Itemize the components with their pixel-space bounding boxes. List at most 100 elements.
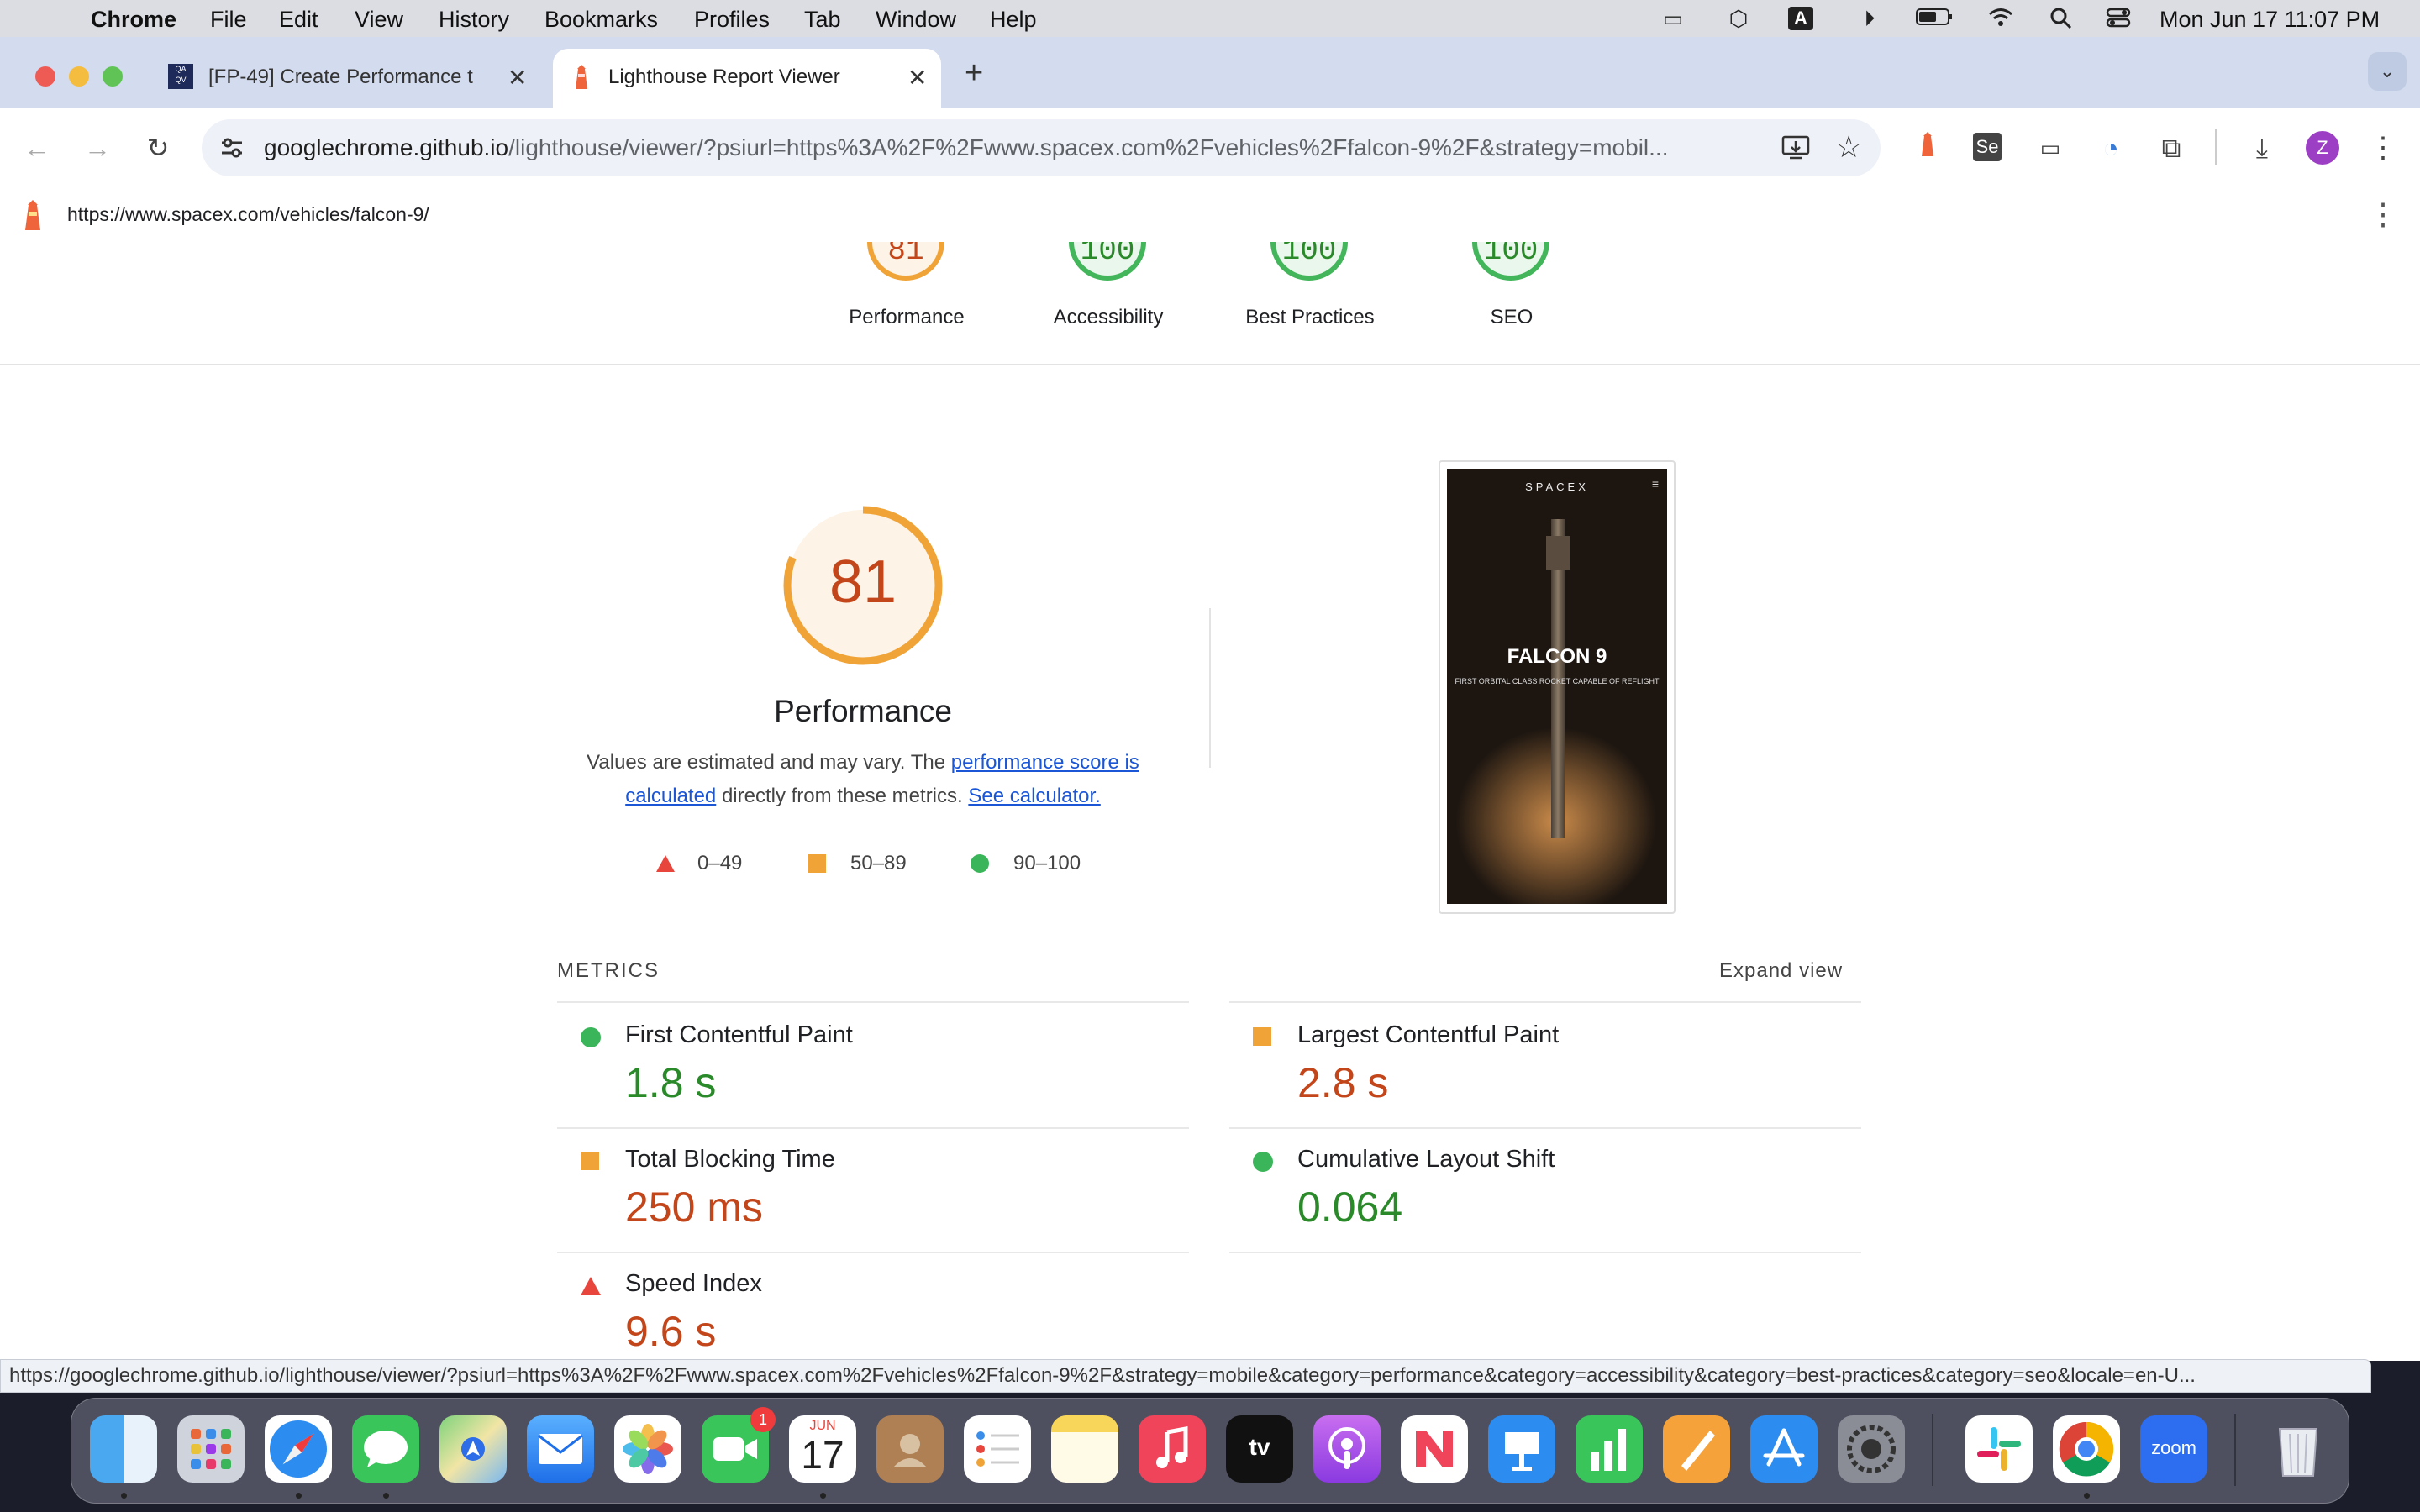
downloads-icon[interactable]: ⤓ — [2245, 131, 2279, 165]
tab-strip: QA QV [FP-49] Create Performance t ✕ Ligh… — [0, 37, 2420, 108]
performance-score: 81 — [829, 549, 897, 616]
contacts-icon[interactable] — [876, 1415, 944, 1483]
mail-icon[interactable] — [527, 1415, 594, 1483]
input-source-icon[interactable]: A — [1788, 7, 1813, 30]
spotlight-search-icon[interactable] — [2049, 7, 2074, 30]
safari-icon[interactable] — [265, 1415, 332, 1483]
metric-divider — [1229, 1252, 1861, 1253]
menu-window[interactable]: Window — [876, 7, 956, 33]
average-square-icon — [1253, 1027, 1271, 1046]
profile-avatar[interactable]: Z — [2306, 131, 2339, 165]
play-circle-icon[interactable]: ⏵ — [1857, 7, 1882, 30]
menu-profiles[interactable]: Profiles — [694, 7, 770, 33]
tab-close-icon[interactable]: ✕ — [908, 64, 927, 92]
final-screenshot-frame[interactable]: SPACEX ≡ FALCON 9 FIRST ORBITAL CLASS RO… — [1439, 460, 1676, 914]
extensions-puzzle-icon[interactable]: ⧉ — [2154, 131, 2188, 165]
menu-tab[interactable]: Tab — [804, 7, 841, 33]
keynote-icon[interactable] — [1488, 1415, 1555, 1483]
score-calculated-link-cont[interactable]: calculated — [625, 785, 716, 807]
gauge-performance-small[interactable]: 81 — [867, 242, 944, 281]
metric-fcp-name: First Contentful Paint — [625, 1021, 853, 1048]
url-text[interactable]: googlechrome.github.io/lighthouse/viewer… — [264, 134, 1810, 161]
tab-title: [FP-49] Create Performance t — [208, 66, 473, 88]
zoom-icon[interactable]: zoom — [2140, 1415, 2207, 1483]
speed-extension-icon[interactable]: ◔ — [2094, 131, 2128, 165]
report-menu-kebab-icon[interactable]: ⋮ — [2368, 197, 2398, 232]
chrome-menu-kebab-icon[interactable]: ⋮ — [2366, 131, 2400, 165]
gauge-label-accessibility: Accessibility — [1053, 306, 1164, 328]
maps-icon[interactable] — [439, 1415, 507, 1483]
tab-title: Lighthouse Report Viewer — [608, 66, 840, 88]
music-icon[interactable] — [1139, 1415, 1206, 1483]
gauge-best-practices-small[interactable]: 100 — [1270, 242, 1348, 281]
cube-icon[interactable]: ⬡ — [1726, 7, 1751, 30]
install-app-icon[interactable] — [1781, 134, 1810, 165]
notes-icon[interactable] — [1051, 1415, 1118, 1483]
facetime-icon[interactable]: 1 — [702, 1407, 776, 1483]
system-settings-icon[interactable] — [1838, 1415, 1905, 1483]
menu-view[interactable]: View — [355, 7, 403, 33]
see-calculator-link[interactable]: See calculator. — [968, 785, 1100, 807]
slack-icon[interactable] — [1965, 1415, 2033, 1483]
tab-search-chevron-icon[interactable]: ⌄ — [2368, 52, 2407, 91]
menu-clock[interactable]: Mon Jun 17 11:07 PM — [2160, 7, 2380, 33]
messages-icon[interactable] — [352, 1415, 419, 1483]
control-center-icon[interactable] — [2106, 7, 2131, 30]
score-legend: 0–49 50–89 90–100 — [655, 850, 1092, 879]
score-calculated-link[interactable]: performance score is — [951, 751, 1139, 774]
menu-file[interactable]: File — [210, 7, 247, 33]
menu-edit[interactable]: Edit — [279, 7, 318, 33]
metric-si-name: Speed Index — [625, 1270, 762, 1297]
finder-icon[interactable] — [90, 1415, 157, 1483]
news-icon[interactable] — [1401, 1415, 1468, 1483]
screen-mirroring-icon[interactable]: ▭ — [1660, 7, 1686, 30]
battery-icon[interactable] — [1916, 7, 1954, 30]
app-store-icon[interactable] — [1750, 1415, 1818, 1483]
calendar-icon[interactable]: JUN 17 — [789, 1415, 856, 1483]
menu-app-name[interactable]: Chrome — [91, 7, 176, 33]
gauge-seo-small[interactable]: 100 — [1472, 242, 1549, 281]
tab-lighthouse-active[interactable]: Lighthouse Report Viewer ✕ — [553, 49, 941, 108]
lighthouse-icon — [571, 64, 592, 95]
code-window-extension-icon[interactable]: ▭ — [2033, 131, 2067, 165]
forward-arrow-icon[interactable]: → — [81, 131, 114, 165]
site-info-tune-icon[interactable] — [218, 134, 245, 165]
address-bar[interactable]: googlechrome.github.io/lighthouse/viewer… — [202, 119, 1881, 176]
trash-icon[interactable] — [2265, 1415, 2332, 1483]
back-arrow-icon[interactable]: ← — [20, 131, 54, 165]
pages-icon[interactable] — [1663, 1415, 1730, 1483]
expand-view-button[interactable]: Expand view — [1719, 959, 1843, 983]
window-minimize-button[interactable] — [69, 66, 89, 87]
bookmark-star-icon[interactable]: ☆ — [1835, 129, 1862, 165]
spacex-brand: SPACEX — [1525, 480, 1589, 493]
menu-help[interactable]: Help — [990, 7, 1037, 33]
screenshot-menu-icon: ≡ — [1651, 477, 1659, 491]
fail-triangle-icon — [656, 855, 675, 872]
menu-bookmarks[interactable]: Bookmarks — [544, 7, 658, 33]
pass-circle-icon — [1253, 1152, 1273, 1172]
report-url[interactable]: https://www.spacex.com/vehicles/falcon-9… — [67, 203, 429, 226]
metric-cls-value: 0.064 — [1297, 1184, 1403, 1231]
launchpad-icon[interactable] — [177, 1415, 245, 1483]
photos-icon[interactable] — [614, 1415, 681, 1483]
new-tab-plus-icon[interactable]: + — [965, 55, 983, 92]
window-zoom-button[interactable] — [103, 66, 123, 87]
reminders-icon[interactable] — [964, 1415, 1031, 1483]
gauge-accessibility-small[interactable]: 100 — [1069, 242, 1146, 281]
wifi-icon[interactable] — [1988, 7, 2013, 30]
fail-triangle-icon — [581, 1277, 601, 1295]
reload-icon[interactable]: ↻ — [141, 131, 175, 165]
tab-close-icon[interactable]: ✕ — [508, 64, 527, 92]
tab-jira[interactable]: QA QV [FP-49] Create Performance t ✕ — [156, 49, 548, 108]
metric-divider — [557, 1127, 1189, 1129]
apple-tv-icon[interactable]: tv — [1226, 1415, 1293, 1483]
selenium-extension-icon[interactable]: Se — [1973, 133, 2002, 161]
podcasts-icon[interactable] — [1313, 1415, 1381, 1483]
menu-history[interactable]: History — [439, 7, 509, 33]
dock-separator — [1932, 1414, 1933, 1486]
toolbar-divider — [2215, 129, 2217, 165]
numbers-icon[interactable] — [1576, 1415, 1643, 1483]
chrome-icon[interactable] — [2053, 1415, 2120, 1483]
lighthouse-extension-icon[interactable] — [1911, 131, 1944, 165]
window-close-button[interactable] — [35, 66, 55, 87]
